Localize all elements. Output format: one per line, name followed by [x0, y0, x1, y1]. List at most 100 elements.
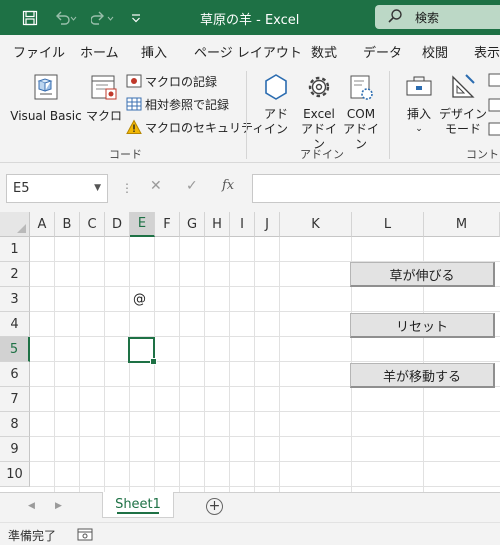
name-box[interactable]: E5 ▼ — [6, 174, 108, 203]
com-addins-label-2: アドイン — [342, 122, 379, 151]
sheet-tab-bar: ◀ ▶ Sheet1 + — [0, 492, 500, 522]
column-header[interactable]: D — [105, 212, 130, 237]
insert-control-button[interactable]: 挿入 ⌄ — [400, 71, 438, 137]
design-mode-label-2: モード — [444, 122, 481, 136]
column-header[interactable]: G — [180, 212, 205, 237]
tab-file[interactable]: ファイル — [13, 42, 65, 61]
tab-review[interactable]: 校閲 — [422, 42, 448, 61]
tab-formulas[interactable]: 数式 — [311, 42, 337, 61]
record-macro-label: マクロの記録 — [145, 74, 218, 89]
column-header[interactable]: M — [424, 212, 500, 237]
tab-data[interactable]: データ — [363, 42, 402, 61]
row-header[interactable]: 9 — [0, 437, 30, 462]
addin-group-label: アドイン — [300, 148, 344, 161]
redo-icon[interactable] — [88, 8, 118, 28]
macro-security-button[interactable]: マクロのセキュリティ — [126, 117, 264, 137]
column-header[interactable]: A — [30, 212, 55, 237]
chevron-down-icon[interactable]: ▼ — [94, 183, 101, 193]
row-header[interactable]: 6 — [0, 362, 30, 387]
macro-label: マクロ — [86, 109, 123, 123]
window-title: 草原の羊 - Excel — [200, 13, 300, 28]
row-header[interactable]: 2 — [0, 262, 30, 287]
active-cell[interactable] — [128, 337, 157, 365]
column-header[interactable]: J — [255, 212, 280, 237]
column-header[interactable]: L — [352, 212, 424, 237]
grass-grow-button[interactable]: 草が伸びる — [350, 262, 495, 287]
column-header[interactable]: E — [130, 212, 155, 237]
com-addins-button[interactable]: COM アドイン — [340, 71, 382, 152]
sheet-tab-sheet1[interactable]: Sheet1 — [102, 492, 174, 518]
design-mode-label-1: デザイン — [438, 107, 487, 121]
ribbon-tabs: ファイル ホーム 挿入 ページ レイアウト 数式 データ 校閲 表示 — [0, 35, 500, 65]
cancel-icon[interactable]: ✕ — [150, 178, 162, 194]
code-group-label: コード — [109, 148, 142, 161]
excel-addins-button[interactable]: Excel アドイン — [298, 71, 340, 152]
tab-page-layout[interactable]: ページ レイアウト — [194, 42, 302, 61]
row-header[interactable]: 3 — [0, 287, 30, 312]
row-header[interactable]: 8 — [0, 412, 30, 437]
more-icon[interactable]: ⋮ — [121, 181, 133, 195]
design-mode-icon — [448, 71, 478, 107]
insert-control-label: 挿入 — [406, 107, 431, 121]
record-macro-button[interactable]: マクロの記録 — [126, 71, 217, 91]
control-small-buttons[interactable] — [487, 73, 500, 143]
column-header[interactable]: F — [155, 212, 180, 237]
status-bar: 準備完了 — [0, 522, 500, 545]
title-bar: 草原の羊 - Excel 検索 — [0, 0, 500, 35]
ribbon: Visual Basic マクロ マクロの記録 相対参照で記録 マクロのセキュリ… — [0, 65, 500, 163]
cell-e3[interactable]: @ — [133, 292, 146, 307]
row-header[interactable]: 7 — [0, 387, 30, 412]
search-box[interactable]: 検索 — [375, 5, 500, 29]
com-addins-label-1: COM — [346, 107, 376, 121]
sheep-move-button[interactable]: 羊が移動する — [350, 363, 495, 388]
insert-function-icon[interactable]: fx — [222, 178, 234, 193]
addins-button[interactable]: アド イン — [258, 71, 294, 137]
worksheet-grid[interactable]: A B C D E F G H I J K L M 1 2 3 4 5 6 7 … — [0, 212, 500, 492]
ribbon-separator — [389, 71, 390, 159]
row-header[interactable]: 4 — [0, 312, 30, 337]
chevron-down-icon: ⌄ — [415, 124, 423, 134]
formula-input[interactable] — [252, 174, 500, 203]
formula-bar: E5 ▼ ⋮ ✕ ✓ fx — [0, 170, 500, 208]
customize-qat-icon[interactable] — [128, 8, 144, 28]
relative-reference-label: 相対参照で記録 — [145, 97, 230, 112]
name-box-value: E5 — [13, 181, 30, 196]
visual-basic-icon — [30, 71, 62, 107]
reset-button[interactable]: リセット — [350, 313, 495, 338]
row-header[interactable]: 1 — [0, 237, 30, 262]
undo-icon[interactable] — [50, 8, 80, 28]
warning-icon — [126, 119, 142, 135]
column-header[interactable]: K — [280, 212, 352, 237]
save-icon[interactable] — [20, 8, 40, 28]
design-mode-button[interactable]: デザイン モード — [438, 71, 488, 137]
com-addins-icon — [346, 71, 376, 107]
ribbon-separator — [246, 71, 247, 159]
enter-icon[interactable]: ✓ — [186, 178, 198, 194]
select-all-corner[interactable] — [0, 212, 30, 237]
addins-label-1: アド — [263, 107, 288, 121]
previous-sheet-icon[interactable]: ◀ — [28, 501, 35, 511]
column-header[interactable]: H — [205, 212, 230, 237]
column-header[interactable]: B — [55, 212, 80, 237]
gear-icon — [304, 71, 334, 107]
tab-view[interactable]: 表示 — [474, 42, 500, 61]
search-label: 検索 — [415, 10, 440, 25]
column-header[interactable]: C — [80, 212, 105, 237]
tab-insert[interactable]: 挿入 — [141, 42, 167, 61]
row-header[interactable]: 5 — [0, 337, 30, 362]
relative-reference-button[interactable]: 相対参照で記録 — [126, 94, 229, 114]
add-sheet-icon[interactable]: + — [206, 498, 223, 515]
row-header[interactable]: 10 — [0, 462, 30, 487]
status-text: 準備完了 — [8, 529, 57, 543]
search-icon — [387, 8, 403, 27]
next-sheet-icon[interactable]: ▶ — [55, 501, 62, 511]
tab-home[interactable]: ホーム — [80, 42, 119, 61]
addins-label-2: イン — [263, 122, 288, 136]
macro-button[interactable]: マクロ — [86, 71, 122, 124]
relative-reference-icon — [126, 96, 142, 112]
macro-recording-icon[interactable] — [77, 528, 93, 544]
visual-basic-label: Visual Basic — [10, 109, 82, 123]
visual-basic-button[interactable]: Visual Basic — [8, 71, 84, 124]
column-header[interactable]: I — [230, 212, 255, 237]
record-macro-icon — [126, 73, 142, 89]
